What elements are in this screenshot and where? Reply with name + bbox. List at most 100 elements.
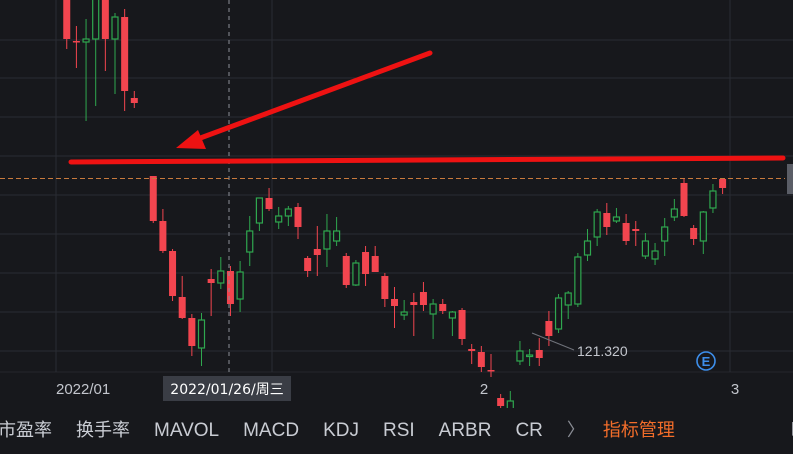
candle-body (670, 208, 678, 218)
candle-body (506, 400, 514, 408)
candle (207, 269, 215, 316)
candle (554, 294, 563, 333)
candle (603, 203, 611, 235)
candle (217, 257, 225, 289)
candle (236, 261, 244, 312)
candle (487, 354, 495, 377)
candle (111, 13, 119, 94)
candle (680, 178, 688, 217)
candle-body (719, 179, 727, 188)
candle-body (207, 279, 215, 283)
candle (391, 287, 398, 328)
candle-body (699, 211, 707, 242)
candle (149, 176, 157, 223)
tab-cr[interactable]: CR (515, 408, 554, 454)
candle-body (246, 230, 254, 253)
candle (121, 9, 129, 111)
candle-body (661, 226, 669, 242)
candle (226, 266, 234, 316)
tab-turnover-rate[interactable]: 换手率 (76, 408, 142, 454)
candle-body (554, 297, 563, 330)
candle-body (603, 213, 611, 227)
candle-body (63, 0, 71, 39)
candle-body (313, 249, 321, 255)
chevron-right-icon[interactable]: 〉 (567, 408, 585, 454)
candle (429, 299, 437, 339)
candle-body (188, 318, 196, 346)
candle (188, 314, 196, 356)
candle (574, 253, 582, 307)
candle (72, 26, 80, 68)
candle (458, 308, 466, 345)
candle-body (121, 17, 129, 91)
candle-body (323, 230, 331, 250)
candle (178, 276, 186, 319)
candle-body (159, 221, 167, 251)
candle (670, 199, 678, 221)
candle (323, 214, 331, 267)
candle (381, 273, 389, 307)
candlestick-chart[interactable]: 121.320 E 2022/01 2 3 2022/01/26/周三 (0, 0, 793, 408)
indicator-manage-button[interactable]: 指标管理 (603, 408, 687, 454)
tab-pe-ratio[interactable]: 市盈率 (0, 408, 64, 454)
tab-arbr[interactable]: ARBR (439, 408, 504, 454)
candle-body (197, 319, 206, 349)
candle-body (439, 304, 447, 311)
candle (400, 300, 408, 320)
candle (410, 293, 418, 336)
candle (255, 197, 263, 231)
candle (699, 211, 707, 254)
candle-body (410, 302, 418, 305)
candle (362, 246, 370, 286)
candle-body (593, 211, 601, 238)
arrow-head-icon (176, 130, 206, 149)
tab-macd[interactable]: MACD (243, 408, 311, 454)
candle-body (690, 228, 698, 239)
candle-body (294, 207, 302, 227)
low-leader-line (531, 332, 575, 351)
candle-body (564, 292, 572, 306)
indicator-tab-bar: 市盈率 换手率 MAVOL MACD KDJ RSI ARBR CR 〉 指标管… (0, 408, 793, 454)
candle-body (111, 16, 119, 40)
candle (101, 0, 109, 71)
candle-body (497, 398, 505, 406)
candle-body (477, 352, 485, 367)
candle-body (101, 0, 109, 39)
candle-body (342, 256, 350, 285)
candle (535, 338, 543, 366)
candle-body (236, 271, 244, 300)
candle (516, 341, 524, 365)
candle-body (275, 215, 283, 223)
candle-body (468, 349, 476, 351)
chart-canvas[interactable]: 121.320 E 2022/01 2 3 2022/01/26/周三 (0, 0, 793, 408)
candle (622, 214, 630, 245)
candle (352, 260, 360, 286)
candle-body (217, 270, 225, 284)
candle-body (169, 251, 177, 296)
candle (525, 349, 534, 366)
candle (593, 209, 601, 246)
resistance-line (68, 155, 786, 165)
tab-rsi[interactable]: RSI (383, 408, 427, 454)
candle (159, 209, 167, 253)
tab-mavol[interactable]: MAVOL (154, 408, 231, 454)
candle-body (680, 183, 688, 216)
crosshair-date-label: 2022/01/26/周三 (170, 382, 283, 398)
tab-kdj[interactable]: KDJ (323, 408, 371, 454)
arrow-shaft (192, 50, 433, 143)
tick-label-jan: 2022/01 (56, 381, 110, 398)
low-price-label: 121.320 (577, 343, 628, 359)
candle (661, 218, 669, 256)
candle-body (255, 197, 263, 224)
candle (63, 0, 71, 49)
candle-body (226, 271, 234, 304)
candle-body (284, 208, 292, 217)
candle (333, 217, 341, 246)
price-tag-edge (787, 164, 793, 194)
candle (169, 249, 177, 301)
candle (92, 0, 100, 106)
candle-body (632, 229, 640, 231)
grid (0, 0, 793, 373)
candle-body (149, 176, 157, 221)
candle-body (304, 258, 312, 271)
